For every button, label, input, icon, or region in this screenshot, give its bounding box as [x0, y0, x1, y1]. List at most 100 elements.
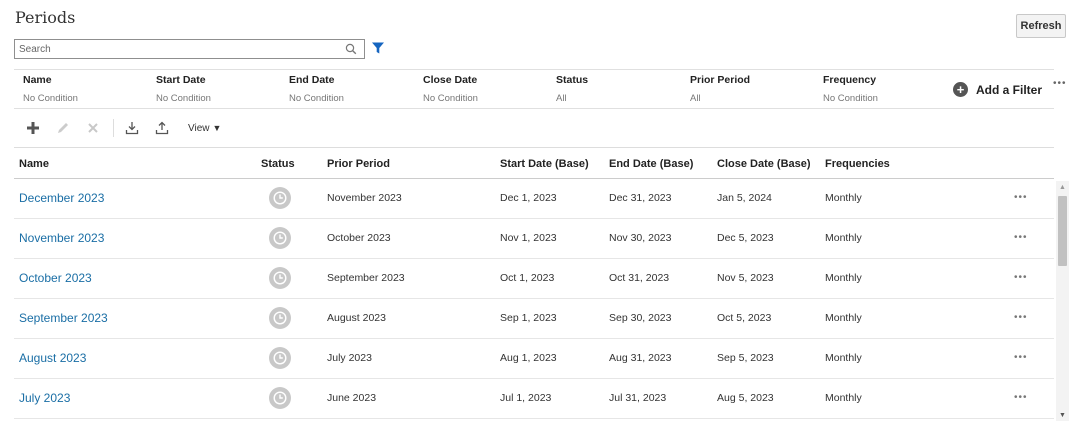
start-date-cell: Aug 1, 2023	[500, 352, 557, 364]
close-date-cell: Nov 5, 2023	[717, 272, 774, 284]
filter-label: Status	[556, 74, 589, 86]
table-row[interactable]: November 2023 October 2023 Nov 1, 2023 N…	[14, 219, 1054, 259]
filter-icon[interactable]	[371, 41, 385, 55]
period-name-link[interactable]: October 2023	[19, 271, 92, 285]
table-row[interactable]: September 2023 August 2023 Sep 1, 2023 S…	[14, 299, 1054, 339]
frequency-cell: Monthly	[825, 272, 862, 284]
filter-bar-more-button[interactable]: •••	[1053, 78, 1067, 89]
row-actions-button[interactable]: •••	[1014, 232, 1028, 243]
table-row[interactable]: October 2023 September 2023 Oct 1, 2023 …	[14, 259, 1054, 299]
filter-name[interactable]: Name No Condition	[23, 74, 78, 104]
refresh-button[interactable]: Refresh	[1016, 14, 1066, 38]
clock-icon	[269, 347, 291, 369]
column-header-frequencies[interactable]: Frequencies	[825, 158, 890, 170]
period-name-link[interactable]: November 2023	[19, 231, 104, 245]
delete-icon[interactable]	[85, 120, 101, 136]
table-body: December 2023 November 2023 Dec 1, 2023 …	[14, 179, 1054, 421]
view-menu-button[interactable]: View ▼	[188, 123, 221, 134]
filter-value: No Condition	[423, 93, 478, 104]
period-name-link[interactable]: December 2023	[19, 191, 104, 205]
vertical-scrollbar[interactable]: ▲ ▼	[1056, 181, 1069, 421]
search-input[interactable]	[15, 40, 343, 58]
prior-period-cell: July 2023	[327, 352, 372, 364]
scroll-up-icon[interactable]: ▲	[1056, 181, 1069, 193]
clock-icon	[269, 227, 291, 249]
period-name-link[interactable]: August 2023	[19, 351, 86, 365]
filter-prior-period[interactable]: Prior Period All	[690, 74, 750, 104]
close-date-cell: Jan 5, 2024	[717, 192, 772, 204]
filter-end-date[interactable]: End Date No Condition	[289, 74, 344, 104]
period-name-link[interactable]: July 2023	[19, 391, 70, 405]
clock-icon	[269, 307, 291, 329]
upload-icon[interactable]	[154, 120, 170, 136]
plus-circle-icon: +	[953, 82, 968, 97]
filter-frequency[interactable]: Frequency No Condition	[823, 74, 878, 104]
filter-label: Name	[23, 74, 52, 86]
table-row[interactable]: December 2023 November 2023 Dec 1, 2023 …	[14, 179, 1054, 219]
filter-value: No Condition	[156, 93, 211, 104]
row-actions-button[interactable]: •••	[1014, 392, 1028, 403]
frequency-cell: Monthly	[825, 352, 862, 364]
clock-icon	[269, 387, 291, 409]
end-date-cell: Oct 31, 2023	[609, 272, 670, 284]
filter-close-date[interactable]: Close Date No Condition	[423, 74, 478, 104]
start-date-cell: Dec 1, 2023	[500, 192, 557, 204]
row-actions-button[interactable]: •••	[1014, 272, 1028, 283]
filter-label: Prior Period	[690, 74, 751, 86]
search-icon[interactable]	[343, 41, 359, 57]
filter-label: Start Date	[156, 74, 206, 86]
filter-start-date[interactable]: Start Date No Condition	[156, 74, 211, 104]
view-label: View	[188, 122, 210, 134]
table-header: Name Status Prior Period Start Date (Bas…	[14, 147, 1054, 179]
column-header-status[interactable]: Status	[261, 158, 295, 170]
end-date-cell: Dec 31, 2023	[609, 192, 672, 204]
column-header-prior-period[interactable]: Prior Period	[327, 158, 390, 170]
add-filter-label: Add a Filter	[976, 82, 1043, 97]
end-date-cell: Aug 31, 2023	[609, 352, 672, 364]
close-date-cell: Oct 5, 2023	[717, 312, 772, 324]
row-actions-button[interactable]: •••	[1014, 352, 1028, 363]
table-row[interactable]: July 2023 June 2023 Jul 1, 2023 Jul 31, …	[14, 379, 1054, 419]
clock-icon	[269, 187, 291, 209]
filter-label: End Date	[289, 74, 335, 86]
download-icon[interactable]	[124, 120, 140, 136]
close-date-cell: Dec 5, 2023	[717, 232, 774, 244]
start-date-cell: Jul 1, 2023	[500, 392, 552, 404]
edit-icon[interactable]	[55, 120, 71, 136]
frequency-cell: Monthly	[825, 312, 862, 324]
table-row[interactable]: August 2023 July 2023 Aug 1, 2023 Aug 31…	[14, 339, 1054, 379]
add-filter-button[interactable]: + Add a Filter	[953, 82, 1042, 97]
filter-label: Close Date	[423, 74, 478, 86]
row-actions-button[interactable]: •••	[1014, 312, 1028, 323]
filter-status[interactable]: Status All	[556, 74, 588, 104]
column-header-end-date[interactable]: End Date (Base)	[609, 158, 693, 170]
column-header-close-date[interactable]: Close Date (Base)	[717, 158, 811, 170]
filter-bar: Name No Condition Start Date No Conditio…	[14, 69, 1054, 109]
caret-down-icon: ▼	[212, 123, 222, 133]
page-title: Periods	[15, 8, 76, 27]
filter-value: No Condition	[23, 93, 78, 104]
close-date-cell: Aug 5, 2023	[717, 392, 774, 404]
prior-period-cell: September 2023	[327, 272, 405, 284]
filter-value: No Condition	[289, 93, 344, 104]
add-icon[interactable]	[25, 120, 41, 136]
frequency-cell: Monthly	[825, 392, 862, 404]
start-date-cell: Sep 1, 2023	[500, 312, 557, 324]
end-date-cell: Nov 30, 2023	[609, 232, 672, 244]
filter-label: Frequency	[823, 74, 877, 86]
column-header-start-date[interactable]: Start Date (Base)	[500, 158, 589, 170]
filter-value: No Condition	[823, 93, 878, 104]
filter-value: All	[556, 93, 567, 104]
end-date-cell: Jul 31, 2023	[609, 392, 667, 404]
prior-period-cell: August 2023	[327, 312, 386, 324]
column-header-name[interactable]: Name	[19, 158, 49, 170]
close-date-cell: Sep 5, 2023	[717, 352, 774, 364]
row-actions-button[interactable]: •••	[1014, 192, 1028, 203]
toolbar-divider	[113, 119, 114, 137]
scrollbar-thumb[interactable]	[1058, 196, 1067, 266]
toolbar: View ▼	[25, 119, 221, 137]
period-name-link[interactable]: September 2023	[19, 311, 108, 325]
start-date-cell: Nov 1, 2023	[500, 232, 557, 244]
scroll-down-icon[interactable]: ▼	[1056, 409, 1069, 421]
frequency-cell: Monthly	[825, 192, 862, 204]
